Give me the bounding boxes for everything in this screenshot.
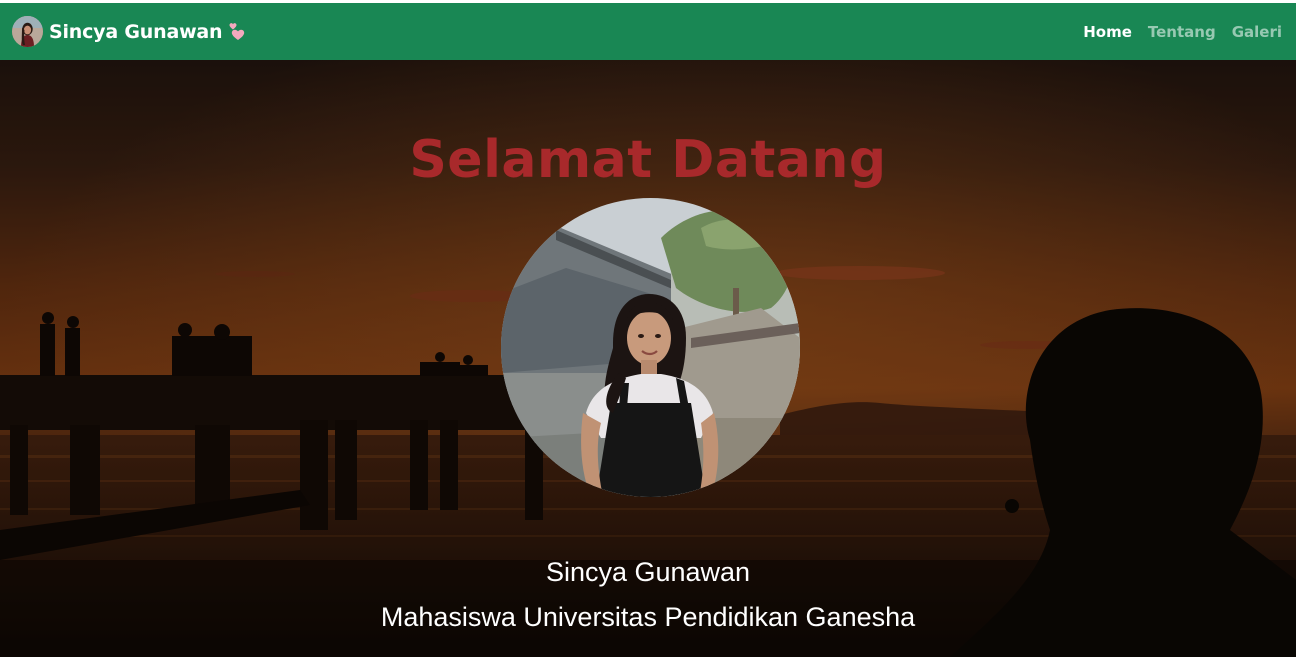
nav-link-galeri[interactable]: Galeri xyxy=(1232,23,1282,41)
brand-avatar xyxy=(12,16,43,47)
brand-name: Sincya Gunawan xyxy=(49,20,223,43)
nav-link-home[interactable]: Home xyxy=(1083,23,1132,41)
hero-title: Selamat Datang xyxy=(409,130,887,190)
hero-name: Sincya Gunawan xyxy=(545,557,751,587)
hero-subtitle: Mahasiswa Universitas Pendidikan Ganesha xyxy=(380,602,916,632)
nav-link-tentang[interactable]: Tentang xyxy=(1148,23,1216,41)
two-hearts-icon xyxy=(229,23,245,40)
profile-photo xyxy=(501,198,800,497)
navbar-brand[interactable]: Sincya Gunawan xyxy=(12,16,245,47)
hero-section: Selamat Datang Sincya Gunawan Mahasiswa … xyxy=(0,60,1296,657)
nav-links: Home Tentang Galeri xyxy=(1083,23,1282,41)
navbar: Sincya Gunawan Home Tentang Galeri xyxy=(0,3,1296,60)
